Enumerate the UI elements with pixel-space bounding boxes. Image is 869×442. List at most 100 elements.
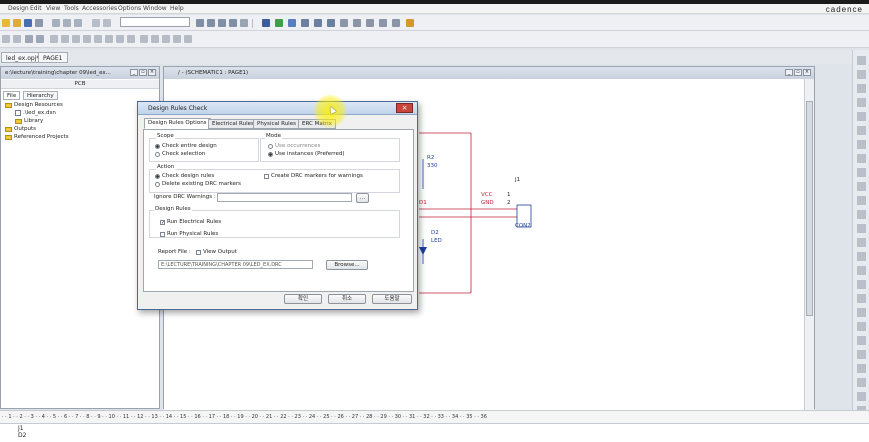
- mode-instances-option[interactable]: Use instances (Preferred): [268, 151, 344, 157]
- tree-design-resources[interactable]: Design Resources: [5, 102, 63, 108]
- dialog-close-button[interactable]: ×: [396, 103, 413, 113]
- menu-edit[interactable]: Edit: [30, 5, 42, 12]
- menu-options[interactable]: Options: [118, 5, 141, 12]
- run-electrical-checkbox[interactable]: ✓ Run Electrical Rules: [160, 219, 221, 225]
- browse-button[interactable]: Browse...: [326, 260, 368, 270]
- place-ieee-icon[interactable]: [857, 364, 866, 373]
- cross-ref-icon[interactable]: [327, 19, 335, 27]
- text-icon[interactable]: [94, 35, 102, 43]
- action-delete-option[interactable]: Delete existing DRC markers: [155, 181, 241, 187]
- close-icon[interactable]: ×: [803, 69, 811, 76]
- checkbox-icon[interactable]: [196, 249, 201, 255]
- select-icon[interactable]: [857, 56, 866, 65]
- menu-window[interactable]: Window: [143, 5, 167, 12]
- bom-icon[interactable]: [314, 19, 322, 27]
- radio-icon[interactable]: [155, 143, 160, 149]
- property-icon[interactable]: [116, 35, 124, 43]
- mirror-icon[interactable]: [151, 35, 159, 43]
- place-port-icon[interactable]: [857, 196, 866, 205]
- pin-icon[interactable]: [2, 35, 10, 43]
- print-icon[interactable]: [35, 19, 43, 27]
- scope-entire-option[interactable]: Check entire design: [155, 143, 217, 149]
- radio-icon[interactable]: [155, 151, 160, 157]
- zoom-area-icon[interactable]: [218, 19, 226, 27]
- rotate-icon[interactable]: [162, 35, 170, 43]
- cut-icon[interactable]: [52, 19, 60, 27]
- zoom-out-icon[interactable]: [207, 19, 215, 27]
- new-icon[interactable]: [2, 19, 10, 27]
- library-icon[interactable]: [406, 19, 414, 27]
- align-icon[interactable]: [184, 35, 192, 43]
- annotate-icon[interactable]: [275, 19, 283, 27]
- tab-electrical-rules[interactable]: Electrical Rules: [208, 119, 258, 129]
- place-bookmark-icon[interactable]: [857, 350, 866, 359]
- cancel-button[interactable]: 취소: [328, 294, 366, 304]
- back-annotate-icon[interactable]: [353, 19, 361, 27]
- checkbox-icon[interactable]: [264, 173, 269, 179]
- redo-icon[interactable]: [103, 19, 111, 27]
- pcb-editor-icon[interactable]: [340, 19, 348, 27]
- bezier-icon[interactable]: [83, 35, 91, 43]
- place-offpage-icon[interactable]: [857, 224, 866, 233]
- action-check-option[interactable]: Check design rules: [155, 173, 214, 179]
- zoom-in-icon[interactable]: [196, 19, 204, 27]
- scrollbar-thumb[interactable]: [806, 101, 813, 316]
- place-no-connect-icon[interactable]: [857, 238, 866, 247]
- place-part-icon[interactable]: [857, 70, 866, 79]
- vertical-scrollbar[interactable]: [804, 79, 814, 410]
- restore-icon[interactable]: ▫: [794, 69, 802, 76]
- tab-page1[interactable]: PAGE1: [38, 52, 68, 63]
- run-physical-checkbox[interactable]: Run Physical Rules: [160, 231, 218, 237]
- help-button[interactable]: 도움말: [372, 294, 412, 304]
- ignore-browse-button[interactable]: ...: [356, 193, 369, 203]
- minimize-icon[interactable]: _: [785, 69, 793, 76]
- menu-tools[interactable]: Tools: [64, 5, 79, 12]
- ellipse-icon[interactable]: [25, 35, 33, 43]
- scope-selection-option[interactable]: Check selection: [155, 151, 205, 157]
- checkbox-checked-icon[interactable]: ✓: [160, 219, 165, 225]
- radio-icon[interactable]: [155, 173, 160, 179]
- place-ground-icon[interactable]: [857, 168, 866, 177]
- tree-referenced-projects[interactable]: Referenced Projects: [5, 134, 69, 140]
- area-select-icon[interactable]: [379, 19, 387, 27]
- paste-icon[interactable]: [74, 19, 82, 27]
- menu-design[interactable]: Design: [8, 5, 29, 12]
- minimize-icon[interactable]: _: [130, 69, 138, 76]
- place-arc-icon[interactable]: [857, 308, 866, 317]
- drag-icon[interactable]: [392, 19, 400, 27]
- snap-grid-icon[interactable]: [366, 19, 374, 27]
- place-junction-icon[interactable]: [857, 126, 866, 135]
- ignore-warnings-input[interactable]: [217, 193, 352, 202]
- part-search-dropdown[interactable]: [120, 17, 190, 27]
- tab-design-rules-options[interactable]: Design Rules Options: [144, 118, 211, 129]
- close-icon[interactable]: ×: [148, 69, 156, 76]
- place-bus-entry-icon[interactable]: [857, 140, 866, 149]
- open-icon[interactable]: [13, 19, 21, 27]
- undo-icon[interactable]: [92, 19, 100, 27]
- place-bus-icon[interactable]: [857, 112, 866, 121]
- place-power-icon[interactable]: [857, 154, 866, 163]
- radio-icon[interactable]: [155, 181, 160, 187]
- origin-icon[interactable]: [127, 35, 135, 43]
- report-file-input[interactable]: E:\LECTURE\TRAINING\CHAPTER 09\LED_EX.DR…: [158, 260, 313, 269]
- copy-icon[interactable]: [63, 19, 71, 27]
- view-output-checkbox[interactable]: View Output: [196, 249, 237, 255]
- menu-accessories[interactable]: Accessories: [82, 5, 117, 12]
- tree-outputs[interactable]: Outputs: [5, 126, 36, 132]
- zoom-fit-icon[interactable]: [240, 19, 248, 27]
- tree-led-ex-dsn[interactable]: .\led_ex.dsn: [15, 110, 56, 116]
- tab-file[interactable]: File: [3, 91, 21, 100]
- place-drc-marker-icon[interactable]: [857, 392, 866, 401]
- menu-view[interactable]: View: [46, 5, 60, 12]
- flip-icon[interactable]: [173, 35, 181, 43]
- tree-library[interactable]: Library: [15, 118, 43, 124]
- scale-icon[interactable]: [140, 35, 148, 43]
- checkbox-icon[interactable]: [160, 231, 165, 237]
- radio-icon[interactable]: [268, 143, 273, 149]
- mode-occurrences-option[interactable]: Use occurrences: [268, 143, 320, 149]
- place-bezier-icon[interactable]: [857, 378, 866, 387]
- drc-icon[interactable]: [288, 19, 296, 27]
- tab-hierarchy[interactable]: Hierarchy: [23, 91, 58, 100]
- radio-icon[interactable]: [268, 151, 273, 157]
- place-net-alias-icon[interactable]: [857, 98, 866, 107]
